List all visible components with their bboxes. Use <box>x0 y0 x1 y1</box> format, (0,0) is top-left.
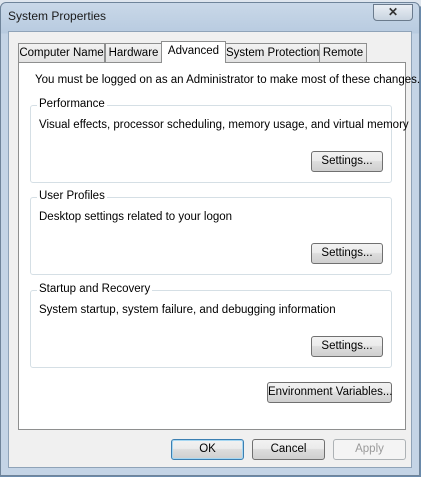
startup-recovery-settings-button[interactable]: Settings... <box>311 336 383 357</box>
window-title: System Properties <box>8 9 107 23</box>
tab-computer-name[interactable]: Computer Name <box>18 43 105 62</box>
user-profiles-description: Desktop settings related to your logon <box>39 211 233 223</box>
user-profiles-group: User Profiles Desktop settings related t… <box>30 190 392 275</box>
user-profiles-settings-button[interactable]: Settings... <box>311 243 383 264</box>
title-bar[interactable]: System Properties ✕ <box>1 3 419 31</box>
startup-recovery-description: System startup, system failure, and debu… <box>39 304 336 316</box>
tab-advanced[interactable]: Advanced <box>161 41 226 63</box>
close-icon: ✕ <box>387 5 399 19</box>
startup-recovery-group-title: Startup and Recovery <box>37 283 153 295</box>
close-button[interactable]: ✕ <box>373 4 413 21</box>
performance-group-title: Performance <box>37 98 107 110</box>
performance-settings-button[interactable]: Settings... <box>311 151 383 172</box>
advanced-tab-panel: You must be logged on as an Administrato… <box>18 62 420 430</box>
tab-hardware[interactable]: Hardware <box>105 43 162 62</box>
startup-recovery-group: Startup and Recovery System startup, sys… <box>30 283 392 368</box>
apply-button[interactable]: Apply <box>333 439 406 460</box>
tab-system-protection[interactable]: System Protection <box>225 43 320 62</box>
system-properties-window: System Properties ✕ Computer Name Hardwa… <box>0 2 420 476</box>
performance-group: Performance Visual effects, processor sc… <box>30 98 409 183</box>
user-profiles-group-title: User Profiles <box>37 190 107 202</box>
environment-variables-button[interactable]: Environment Variables... <box>267 382 392 403</box>
performance-description: Visual effects, processor scheduling, me… <box>39 119 409 131</box>
tab-remote[interactable]: Remote <box>319 43 367 62</box>
cancel-button[interactable]: Cancel <box>252 439 325 460</box>
ok-button[interactable]: OK <box>171 439 244 460</box>
dialog-client-area: Computer Name Hardware Advanced System P… <box>8 31 420 468</box>
administrator-notice: You must be logged on as an Administrato… <box>35 74 421 86</box>
